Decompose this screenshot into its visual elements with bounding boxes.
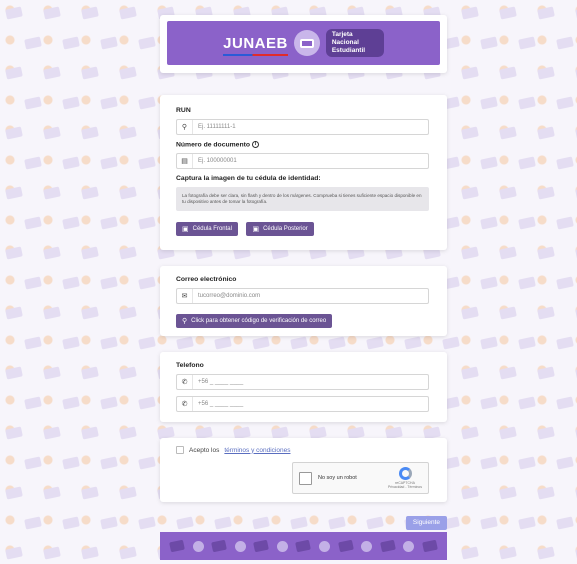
recaptcha-label: No soy un robot <box>318 475 357 481</box>
recaptcha-icon <box>398 467 412 480</box>
email-placeholder: tucorreo@dominio.com <box>198 293 261 299</box>
camera-icon: ▣ <box>252 226 260 234</box>
verify-email-button[interactable]: ⚲ Click para obtener código de verificaci… <box>176 314 333 328</box>
recaptcha-links[interactable]: Privacidad - Términos <box>388 485 422 489</box>
phone-label: Telefono <box>176 362 204 369</box>
email-label: Correo electrónico <box>176 276 237 283</box>
camera-icon: ▣ <box>182 226 189 234</box>
tne-badge: Tarjeta Nacional Estudiantil <box>325 29 384 57</box>
terms-row: Acepto los términos y condiciones <box>176 446 438 454</box>
whatsapp-icon: ✆ <box>177 375 193 389</box>
recaptcha-checkbox[interactable] <box>299 471 312 485</box>
user-icon: ⚲ <box>177 120 193 134</box>
recaptcha-logo: reCAPTCHA Privacidad - Términos <box>388 467 422 489</box>
photo-note: La fotografía debe ser clara, sin flash … <box>176 187 429 212</box>
id-card-icon: ▤ <box>177 154 193 169</box>
junaeb-logo: JUNAEB <box>223 34 288 56</box>
whatsapp-icon: ✆ <box>177 397 193 411</box>
document-placeholder: Ej. 100000001 <box>198 158 237 165</box>
email-input[interactable]: ✉ tucorreo@dominio.com <box>176 288 429 304</box>
back-id-button[interactable]: ▣ Cédula Posterior <box>246 222 314 237</box>
phone-section: Telefono ✆ +56 _ ____ ____ ✆ +56 _ ____ … <box>160 352 447 422</box>
form-container: JUNAEB Tarjeta Nacional Estudiantil RUN … <box>160 15 447 532</box>
student-card-icon <box>293 30 320 56</box>
header-card: JUNAEB Tarjeta Nacional Estudiantil <box>160 15 447 73</box>
envelope-icon: ✉ <box>177 289 193 303</box>
next-button[interactable]: Siguiente <box>405 516 447 530</box>
front-id-button[interactable]: ▣ Cédula Frontal <box>176 222 238 237</box>
phone-value-2: +56 _ ____ ____ <box>198 401 244 407</box>
recaptcha-widget: No soy un robot reCAPTCHA Privacidad - Té… <box>292 462 429 494</box>
footer-pattern <box>160 532 447 560</box>
capture-label: Captura la imagen de tu cédula de identi… <box>176 175 321 183</box>
run-placeholder: Ej. 11111111-1 <box>198 124 236 130</box>
actions-row: Siguiente <box>160 516 447 532</box>
run-label: RUN <box>176 107 191 114</box>
phone-value-1: +56 _ ____ ____ <box>198 379 244 385</box>
key-icon: ⚲ <box>182 318 188 325</box>
document-number-input[interactable]: ▤ Ej. 100000001 <box>176 153 429 170</box>
terms-link[interactable]: términos y condiciones <box>224 447 290 454</box>
terms-checkbox[interactable] <box>176 446 184 454</box>
document-number-label: Número de documento i <box>176 141 438 148</box>
info-icon[interactable]: i <box>252 141 260 148</box>
terms-section: Acepto los términos y condiciones No soy… <box>160 438 447 502</box>
phone-input-2[interactable]: ✆ +56 _ ____ ____ <box>176 396 429 412</box>
identity-section: RUN ⚲ Ej. 11111111-1 Número de documento… <box>160 95 447 250</box>
phone-input-1[interactable]: ✆ +56 _ ____ ____ <box>176 374 429 390</box>
email-section: Correo electrónico ✉ tucorreo@dominio.co… <box>160 266 447 336</box>
terms-prefix: Acepto los <box>189 446 220 454</box>
junaeb-banner: JUNAEB Tarjeta Nacional Estudiantil <box>167 21 440 65</box>
run-input[interactable]: ⚲ Ej. 11111111-1 <box>176 119 429 135</box>
